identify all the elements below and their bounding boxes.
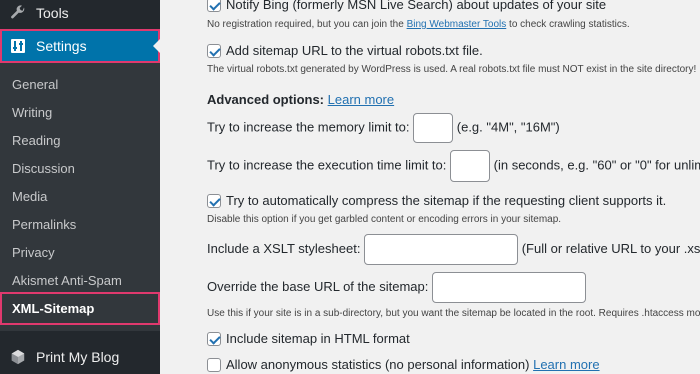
html-format-label: Include sitemap in HTML format [226,331,410,346]
compress-checkbox[interactable] [207,194,221,208]
compress-label: Try to automatically compress the sitema… [226,193,667,208]
anon-stats-checkbox[interactable] [207,358,221,372]
menu-print-my-blog[interactable]: Print My Blog [0,340,160,374]
notify-bing-label: Notify Bing (formerly MSN Live Search) a… [226,0,607,12]
memory-limit-hint: (e.g. "4M", "16M") [456,119,560,135]
notify-bing-checkbox[interactable] [207,0,221,12]
base-url-row: Override the base URL of the sitemap: [207,272,586,303]
robots-label: Add sitemap URL to the virtual robots.tx… [226,43,483,58]
base-url-description: Use this if your site is in a sub-direct… [207,308,700,319]
exec-time-label: Try to increase the execution time limit… [207,157,447,173]
submenu-xml-sitemap[interactable]: XML-Sitemap [0,292,160,325]
menu-tools[interactable]: Tools [0,0,160,30]
print-my-blog-icon [10,349,26,365]
notify-bing-desc-suffix: to check crawling statistics. [509,19,630,30]
wrench-icon [10,5,26,21]
anon-stats-learn-more-link[interactable]: Learn more [533,357,599,372]
submenu-permalinks[interactable]: Permalinks [0,210,160,238]
anon-stats-row: Allow anonymous statistics (no personal … [207,357,600,372]
admin-sidebar: Tools Settings General Writing Reading D… [0,0,160,374]
memory-limit-input[interactable] [413,113,454,143]
html-format-checkbox[interactable] [207,332,221,346]
settings-content: Notify Bing (formerly MSN Live Search) a… [160,0,700,374]
submenu-discussion[interactable]: Discussion [0,154,160,182]
settings-sliders-icon [10,38,26,54]
menu-settings-label: Settings [36,38,87,54]
submenu-akismet[interactable]: Akismet Anti-Spam [0,266,160,294]
compress-description: Disable this option if you get garbled c… [207,214,562,225]
exec-time-input[interactable] [450,150,491,182]
xslt-row: Include a XSLT stylesheet: (Full or rela… [207,234,700,265]
bing-webmaster-tools-link[interactable]: Bing Webmaster Tools [407,19,507,30]
compress-row: Try to automatically compress the sitema… [207,193,666,208]
memory-limit-row: Try to increase the memory limit to: (e.… [207,113,560,143]
robots-description: The virtual robots.txt generated by Word… [207,64,697,75]
advanced-options-row: Advanced options: Learn more [207,92,394,107]
memory-limit-label: Try to increase the memory limit to: [207,119,410,135]
exec-time-hint: (in seconds, e.g. "60" or "0" for unlimi… [493,157,700,173]
advanced-learn-more-link[interactable]: Learn more [328,92,394,107]
submenu-writing[interactable]: Writing [0,98,160,126]
base-url-label: Override the base URL of the sitemap: [207,278,429,294]
notify-bing-row: Notify Bing (formerly MSN Live Search) a… [207,0,606,12]
notify-bing-desc-prefix: No registration required, but you can jo… [207,19,404,30]
robots-row: Add sitemap URL to the virtual robots.tx… [207,43,483,58]
exec-time-row: Try to increase the execution time limit… [207,150,700,182]
html-format-row: Include sitemap in HTML format [207,331,410,346]
settings-submenu: General Writing Reading Discussion Media… [0,63,160,331]
menu-settings[interactable]: Settings [0,29,160,63]
xslt-label: Include a XSLT stylesheet: [207,240,361,256]
notify-bing-description: No registration required, but you can jo… [207,19,630,30]
advanced-options-heading: Advanced options: [207,92,325,107]
base-url-input[interactable] [431,272,586,303]
menu-print-my-blog-label: Print My Blog [36,349,120,365]
submenu-privacy[interactable]: Privacy [0,238,160,266]
menu-tools-label: Tools [36,5,69,21]
robots-checkbox[interactable] [207,44,221,58]
submenu-reading[interactable]: Reading [0,126,160,154]
submenu-general[interactable]: General [0,70,160,98]
xslt-input[interactable] [364,234,519,265]
xslt-hint: (Full or relative URL to your .xsl file) [521,240,700,256]
submenu-media[interactable]: Media [0,182,160,210]
anon-stats-label: Allow anonymous statistics (no personal … [226,357,530,372]
